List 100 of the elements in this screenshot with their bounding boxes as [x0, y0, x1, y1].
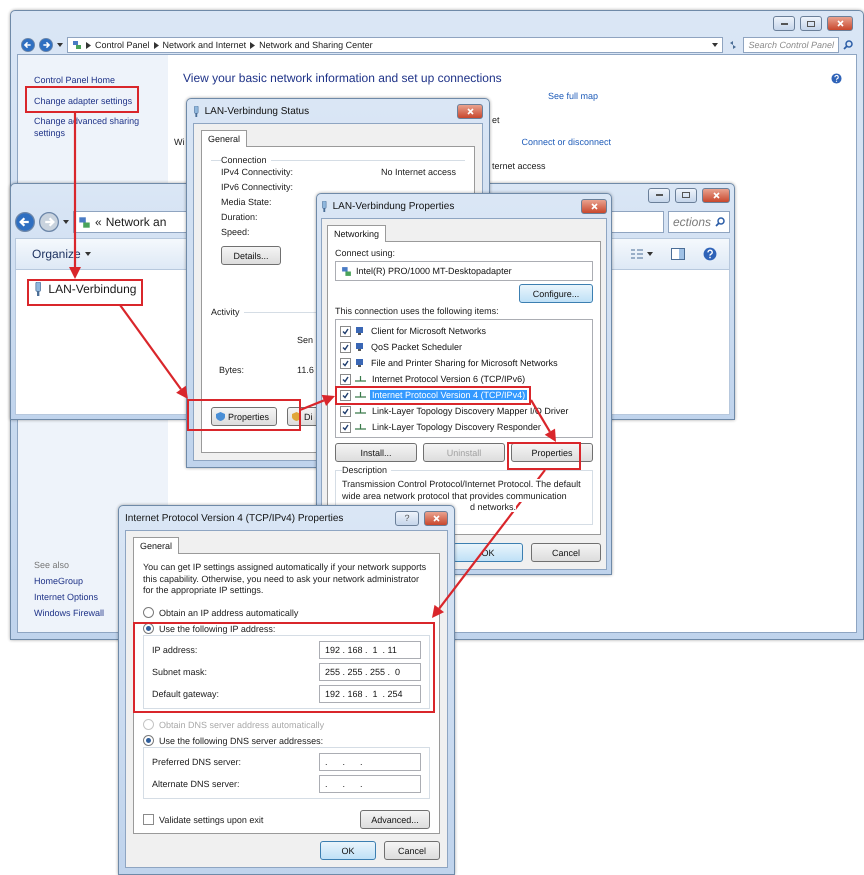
- field-value: No Internet access: [381, 167, 456, 177]
- shield-icon: [216, 412, 225, 421]
- ip-address-field[interactable]: 192 . 168 . 1 . 254: [319, 685, 421, 704]
- list-item[interactable]: QoS Packet Scheduler: [369, 342, 464, 352]
- sidebar-link[interactable]: Windows Firewall: [34, 608, 104, 618]
- breadcrumb-item[interactable]: Network and Internet: [162, 40, 246, 50]
- help-icon[interactable]: [703, 247, 717, 261]
- text-fragment: et: [492, 115, 500, 125]
- close-button[interactable]: [702, 188, 730, 202]
- sidebar-link[interactable]: Change adapter settings: [34, 96, 132, 108]
- dialog-button[interactable]: OK: [320, 841, 376, 860]
- see-full-map-link[interactable]: See full map: [548, 91, 598, 101]
- preview-pane-icon[interactable]: [671, 248, 685, 260]
- protocol-icon: [355, 391, 366, 399]
- dialog-title: Internet Protocol Version 4 (TCP/IPv4) Properties: [125, 512, 344, 524]
- sidebar-link[interactable]: Internet Options: [34, 592, 98, 602]
- sidebar-link[interactable]: HomeGroup: [34, 576, 84, 586]
- caret-icon[interactable]: [84, 252, 91, 256]
- close-button[interactable]: [827, 16, 853, 31]
- checkmark-icon: [342, 392, 349, 398]
- dialog-button[interactable]: Cancel: [531, 543, 601, 562]
- minimize-button[interactable]: [648, 188, 670, 202]
- dialog-tab[interactable]: General: [133, 537, 180, 554]
- checkbox[interactable]: [340, 326, 351, 336]
- radio-button[interactable]: [143, 607, 154, 618]
- breadcrumb-item[interactable]: Network and Sharing Center: [259, 40, 373, 50]
- list-item[interactable]: Internet Protocol Version 6 (TCP/IPv6): [370, 374, 528, 384]
- history-caret-icon[interactable]: [63, 220, 69, 224]
- field-label: IPv4 Connectivity:: [221, 167, 294, 177]
- search-field[interactable]: ections: [668, 211, 730, 233]
- close-icon: [466, 108, 474, 114]
- checkmark-icon: [342, 424, 349, 430]
- dropdown-caret-icon[interactable]: [712, 43, 718, 47]
- breadcrumb-item[interactable]: Control Panel: [95, 40, 150, 50]
- minimize-button[interactable]: [773, 16, 795, 31]
- sent-label: Sen: [297, 335, 314, 345]
- computer-icon: [355, 358, 365, 368]
- network-icon: [341, 266, 352, 276]
- network-adapter-icon: [34, 282, 42, 296]
- close-icon: [836, 20, 844, 27]
- configure-button[interactable]: Configure...: [519, 284, 593, 303]
- radio-button[interactable]: [143, 735, 154, 746]
- radio-label[interactable]: Use the following IP address:: [159, 624, 276, 634]
- connection-item[interactable]: LAN-Verbindung: [48, 282, 136, 296]
- search-icon: [843, 40, 853, 50]
- ip-address-field[interactable]: . . .: [319, 753, 421, 772]
- ip-address-field[interactable]: 255 . 255 . 255 . 0: [319, 663, 421, 682]
- dialog-button[interactable]: Properties: [511, 443, 593, 462]
- dialog-button[interactable]: Properties: [211, 407, 277, 426]
- view-caret-icon[interactable]: [647, 252, 653, 256]
- dialog-button[interactable]: Cancel: [384, 841, 440, 860]
- maximize-icon: [682, 192, 690, 198]
- checkmark-icon: [342, 344, 349, 350]
- dialog-tab[interactable]: Networking: [327, 225, 386, 242]
- list-item[interactable]: Link-Layer Topology Discovery Responder: [370, 422, 543, 432]
- pointer-arrow: [300, 394, 335, 412]
- network-icon: [78, 216, 91, 228]
- checkbox-label[interactable]: Validate settings upon exit: [159, 814, 264, 825]
- advanced-button[interactable]: Advanced...: [360, 810, 430, 830]
- breadcrumb-item[interactable]: Network an: [106, 215, 166, 229]
- computer-icon: [355, 342, 365, 352]
- checkbox[interactable]: [340, 390, 351, 400]
- close-button[interactable]: [581, 198, 607, 214]
- network-adapter-icon: [321, 200, 328, 212]
- dialog-tab[interactable]: General: [201, 130, 248, 147]
- ip-address-field[interactable]: 192 . 168 . 1 . 11: [319, 641, 421, 660]
- checkbox[interactable]: [340, 422, 351, 432]
- checkbox[interactable]: [143, 814, 154, 826]
- ip-address-field[interactable]: . . .: [319, 775, 421, 794]
- radio-button[interactable]: [143, 623, 154, 634]
- address-bar[interactable]: Control Panel Network and Internet Network and Sharing Center: [67, 37, 724, 53]
- field-label: Speed:: [221, 227, 250, 237]
- shield-icon: [292, 412, 301, 421]
- checkbox[interactable]: [340, 374, 351, 384]
- close-icon: [432, 514, 440, 522]
- help-icon[interactable]: [831, 72, 842, 84]
- protocol-icon: [355, 407, 366, 415]
- checkbox[interactable]: [340, 342, 351, 352]
- close-button[interactable]: [424, 510, 448, 526]
- radio-label[interactable]: Obtain an IP address automatically: [159, 608, 298, 618]
- sidebar-link[interactable]: Control Panel Home: [34, 75, 116, 87]
- radio-label[interactable]: Use the following DNS server addresses:: [159, 736, 324, 746]
- list-item[interactable]: Client for Microsoft Networks: [369, 326, 488, 336]
- dialog-button[interactable]: Install...: [335, 443, 417, 462]
- details-button[interactable]: Details...: [221, 246, 281, 265]
- field-label: Alternate DNS server:: [152, 779, 240, 790]
- checkbox[interactable]: [340, 358, 351, 368]
- chevron-icon: [86, 42, 91, 48]
- checkbox[interactable]: [340, 406, 351, 416]
- field-label: Preferred DNS server:: [152, 757, 242, 768]
- connect-using-label: Connect using:: [335, 248, 396, 258]
- view-options-icon[interactable]: [631, 249, 643, 259]
- connect-link[interactable]: Connect or disconnect: [522, 137, 612, 147]
- history-caret-icon[interactable]: [57, 43, 63, 47]
- list-item[interactable]: File and Printer Sharing for Microsoft Networks: [369, 358, 560, 368]
- help-button[interactable]: ?: [395, 510, 419, 526]
- field-label: Bytes:: [219, 365, 244, 375]
- maximize-button[interactable]: [800, 16, 822, 31]
- close-button[interactable]: [457, 104, 483, 118]
- maximize-button[interactable]: [675, 188, 697, 202]
